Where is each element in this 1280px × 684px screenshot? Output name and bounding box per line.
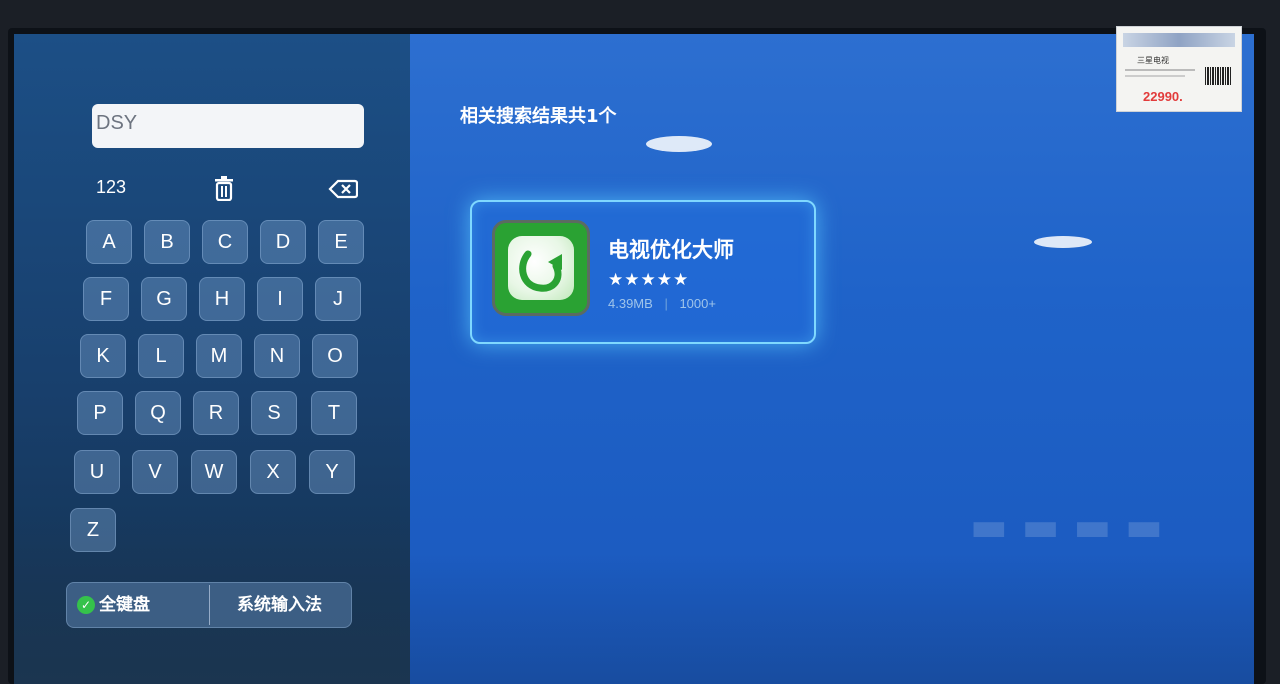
- light-reflection: [646, 136, 712, 152]
- full-keyboard-label: 全键盘: [99, 595, 150, 615]
- key-a[interactable]: A: [86, 220, 132, 264]
- key-w[interactable]: W: [191, 450, 237, 494]
- barcode-icon: [1205, 67, 1231, 85]
- background-ghost-text: ▬ ▬ ▬ ▬: [970, 504, 1163, 550]
- key-y[interactable]: Y: [309, 450, 355, 494]
- key-g[interactable]: G: [141, 277, 187, 321]
- search-input[interactable]: DSY: [92, 104, 364, 148]
- keyboard-panel: DSY 123 A B C D E F G H I J K L M N O P …: [14, 34, 410, 684]
- system-input-button[interactable]: 系统输入法: [237, 583, 322, 627]
- mode-divider: [209, 585, 210, 625]
- key-h[interactable]: H: [199, 277, 245, 321]
- key-k[interactable]: K: [80, 334, 126, 378]
- app-size: 4.39MB: [608, 296, 653, 311]
- key-i[interactable]: I: [257, 277, 303, 321]
- search-input-value: DSY: [96, 112, 138, 134]
- price-tag: 三星电视 22990.: [1116, 26, 1242, 112]
- key-d[interactable]: D: [260, 220, 306, 264]
- light-reflection: [1034, 236, 1092, 248]
- key-u[interactable]: U: [74, 450, 120, 494]
- price-value: 22990.: [1143, 89, 1183, 104]
- key-j[interactable]: J: [315, 277, 361, 321]
- key-z[interactable]: Z: [70, 508, 116, 552]
- key-m[interactable]: M: [196, 334, 242, 378]
- app-meta: 4.39MB | 1000+: [608, 296, 716, 311]
- key-n[interactable]: N: [254, 334, 300, 378]
- app-downloads: 1000+: [679, 296, 716, 311]
- key-x[interactable]: X: [250, 450, 296, 494]
- key-c[interactable]: C: [202, 220, 248, 264]
- key-e[interactable]: E: [318, 220, 364, 264]
- backspace-icon[interactable]: [328, 179, 359, 204]
- key-s[interactable]: S: [251, 391, 297, 435]
- product-name: 三星电视: [1137, 56, 1169, 65]
- input-mode-switch: ✓ 全键盘 系统输入法: [66, 582, 352, 628]
- key-t[interactable]: T: [311, 391, 357, 435]
- key-q[interactable]: Q: [135, 391, 181, 435]
- check-icon: ✓: [77, 596, 95, 614]
- key-r[interactable]: R: [193, 391, 239, 435]
- app-result-card[interactable]: 电视优化大师 ★★★★★ 4.39MB | 1000+: [470, 200, 816, 344]
- tv-optimizer-app-icon: [492, 220, 590, 316]
- screen-reflection: [410, 554, 1254, 684]
- key-p[interactable]: P: [77, 391, 123, 435]
- key-b[interactable]: B: [144, 220, 190, 264]
- rating-stars: ★★★★★: [608, 270, 690, 290]
- key-o[interactable]: O: [312, 334, 358, 378]
- full-keyboard-button[interactable]: ✓ 全键盘: [77, 583, 150, 627]
- trash-icon[interactable]: [212, 175, 236, 206]
- key-f[interactable]: F: [83, 277, 129, 321]
- tv-screen: DSY 123 A B C D E F G H I J K L M N O P …: [14, 34, 1254, 684]
- key-l[interactable]: L: [138, 334, 184, 378]
- numeric-toggle-button[interactable]: 123: [96, 177, 126, 198]
- app-name: 电视优化大师: [608, 238, 734, 262]
- search-result-count: 相关搜索结果共1个: [460, 106, 617, 127]
- key-v[interactable]: V: [132, 450, 178, 494]
